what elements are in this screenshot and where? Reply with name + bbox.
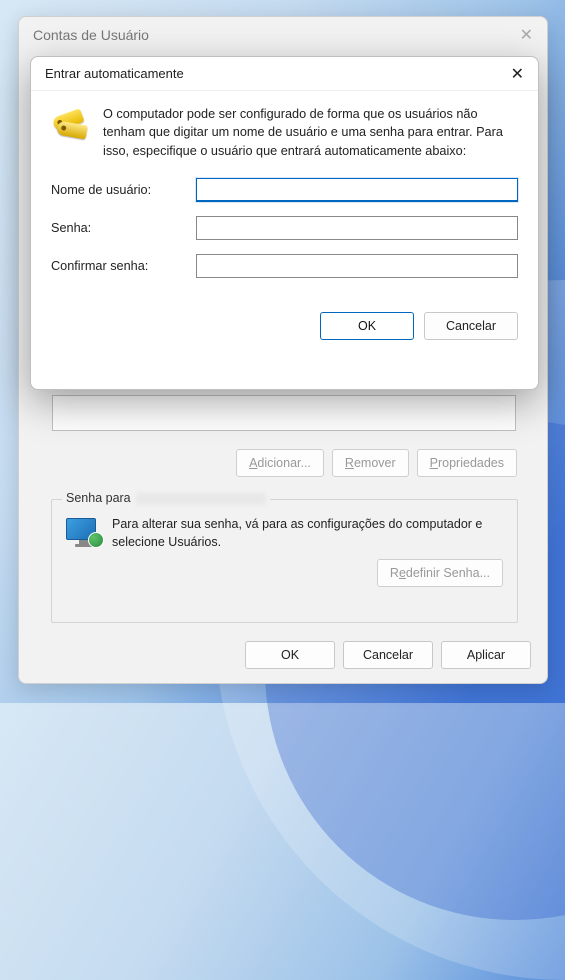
modal-buttons: OK Cancelar <box>31 302 538 340</box>
redacted-username <box>136 493 266 505</box>
password-label: Senha: <box>51 221 196 235</box>
add-user-button[interactable]: Adicionar... <box>236 449 324 477</box>
parent-dialog-buttons: OK Cancelar Aplicar <box>245 641 531 669</box>
username-input[interactable] <box>196 178 518 202</box>
close-icon[interactable]: ✕ <box>511 64 524 84</box>
parent-ok-button[interactable]: OK <box>245 641 335 669</box>
password-legend: Senha para <box>62 491 270 505</box>
parent-apply-button[interactable]: Aplicar <box>441 641 531 669</box>
password-section: Senha para Para alterar sua senha, vá pa… <box>51 499 518 623</box>
parent-titlebar: Contas de Usuário ✕ <box>19 17 547 53</box>
modal-description: O computador pode ser configurado de for… <box>103 105 518 160</box>
modal-ok-button[interactable]: OK <box>320 312 414 340</box>
keys-icon <box>51 105 91 145</box>
modal-titlebar: Entrar automaticamente ✕ <box>31 57 538 91</box>
confirm-password-input[interactable] <box>196 254 518 278</box>
close-icon[interactable]: ✕ <box>520 25 533 45</box>
user-list-placeholder <box>52 395 516 431</box>
reset-password-button[interactable]: Redefinir Senha... <box>377 559 503 587</box>
password-legend-prefix: Senha para <box>66 491 134 505</box>
parent-title: Contas de Usuário <box>33 27 149 43</box>
user-action-buttons: Adicionar... Remover Propriedades <box>236 449 517 477</box>
modal-cancel-button[interactable]: Cancelar <box>424 312 518 340</box>
remove-user-button[interactable]: Remover <box>332 449 409 477</box>
username-label: Nome de usuário: <box>51 183 196 197</box>
confirm-password-label: Confirmar senha: <box>51 259 196 273</box>
password-description: Para alterar sua senha, vá para as confi… <box>112 516 503 551</box>
password-input[interactable] <box>196 216 518 240</box>
properties-button[interactable]: Propriedades <box>417 449 517 477</box>
auto-signin-dialog: Entrar automaticamente ✕ O computador po… <box>30 56 539 390</box>
parent-cancel-button[interactable]: Cancelar <box>343 641 433 669</box>
modal-title: Entrar automaticamente <box>45 66 184 81</box>
user-monitor-icon <box>66 518 102 550</box>
